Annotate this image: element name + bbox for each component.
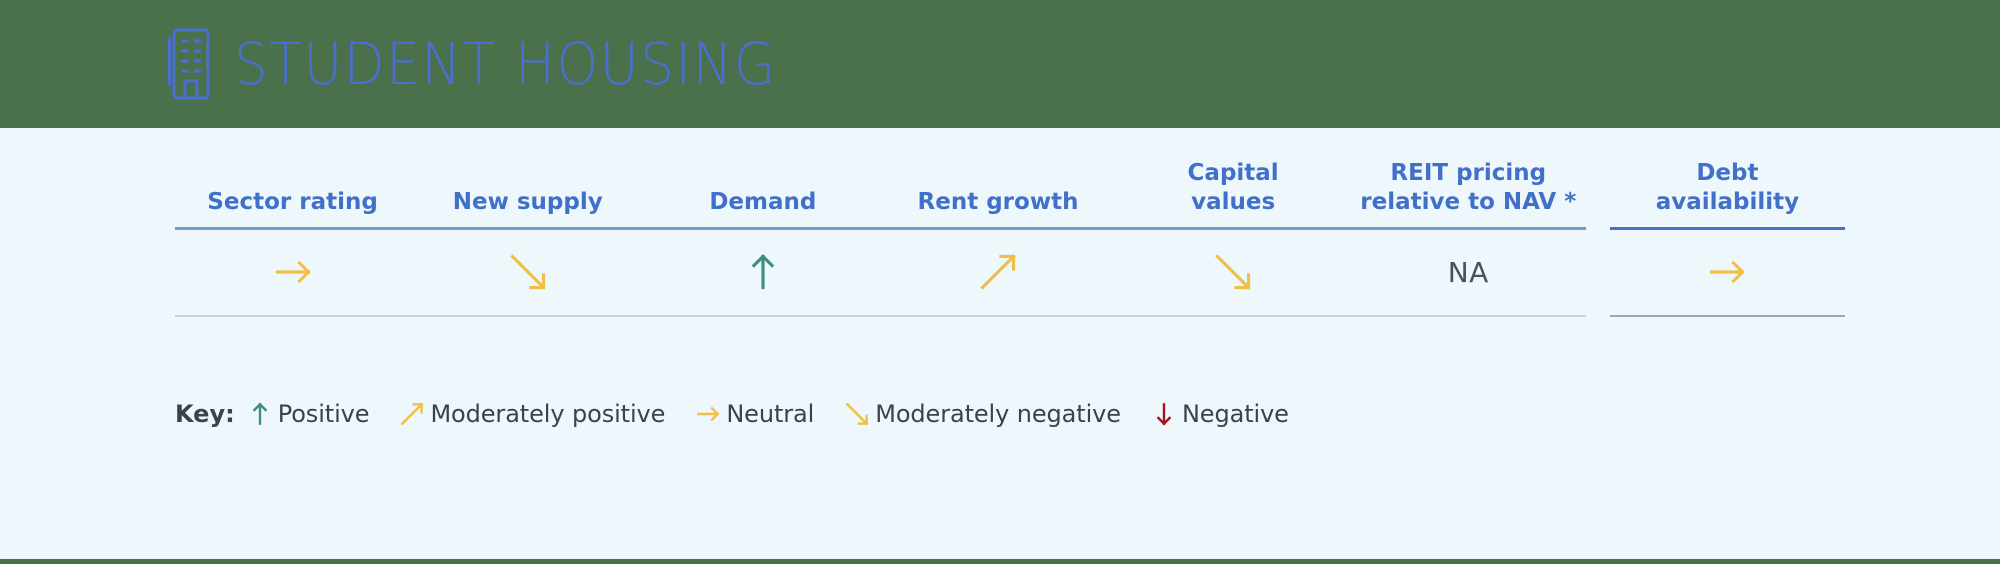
legend-arrow-down-icon xyxy=(1151,401,1177,427)
legend-key: Key: Positive Moderately positive Neutra… xyxy=(175,400,1289,428)
rating-arrow-down-right xyxy=(1116,230,1351,316)
column-header-line: Sector rating xyxy=(207,189,378,216)
cell-value-text: NA xyxy=(1447,255,1489,289)
legend-item-neutral: Neutral xyxy=(695,400,814,428)
cell-debt-availability xyxy=(1609,228,1845,317)
column-header-line: Debt xyxy=(1696,159,1759,186)
column-header-line: Capital xyxy=(1187,159,1279,186)
column-header-line: values xyxy=(1191,189,1276,216)
legend-item-label: Positive xyxy=(277,400,370,428)
cell-demand xyxy=(645,228,881,317)
legend-label: Key: xyxy=(175,400,235,428)
column-header-line: New supply xyxy=(452,189,603,216)
cell-rent-growth xyxy=(880,228,1116,317)
column-header-line: Rent growth xyxy=(917,189,1079,216)
column-header-line: availability xyxy=(1655,189,1800,216)
legend-item-negative: Negative xyxy=(1151,400,1289,428)
sector-metrics-table: Sector rating New supply Demand Rent growth… xyxy=(175,150,1845,317)
legend-item-positive: Positive xyxy=(247,400,370,428)
legend-arrow-up-icon xyxy=(247,401,273,427)
cell-sector-rating xyxy=(175,228,411,317)
legend-item-label: Neutral xyxy=(726,400,815,428)
building-icon xyxy=(168,28,210,100)
column-header-line: relative to NAV * xyxy=(1360,189,1577,216)
legend-item-label: Moderately negative xyxy=(875,400,1121,428)
column-header-line: REIT pricing xyxy=(1390,159,1547,186)
rating-arrow-right xyxy=(175,230,410,316)
cell-new-supply xyxy=(410,228,646,317)
legend-arrow-down-right-icon xyxy=(844,401,870,427)
legend-item-label: Moderately positive xyxy=(430,400,666,428)
rating-arrow-down-right xyxy=(410,230,645,316)
column-gap xyxy=(1586,150,1610,228)
cell-reit-pricing-relative-to-nav: NA xyxy=(1350,228,1586,317)
page-header-band: STUDENT HOUSING xyxy=(0,0,2000,128)
rating-arrow-up-right xyxy=(880,230,1115,316)
student-housing-sector-card: STUDENT HOUSING Sector rating New supply D… xyxy=(0,0,2000,564)
rating-arrow-up xyxy=(645,230,880,316)
rating-arrow-right xyxy=(1610,230,1845,316)
column-header-debt-availability: Debt availability xyxy=(1609,150,1845,230)
legend-item-moderately-negative: Moderately negative xyxy=(844,400,1121,428)
table-row: NA xyxy=(175,228,1845,317)
column-header-sector-rating: Sector rating xyxy=(175,150,411,230)
legend-item-moderately-positive: Moderately positive xyxy=(399,400,665,428)
column-header-reit-pricing-relative-to-nav: REIT pricing relative to NAV * xyxy=(1350,150,1586,230)
column-header-demand: Demand xyxy=(645,150,881,230)
column-header-line: Demand xyxy=(709,189,817,216)
column-header-rent-growth: Rent growth xyxy=(880,150,1116,230)
column-gap xyxy=(1586,228,1610,316)
column-header-new-supply: New supply xyxy=(410,150,646,230)
legend-arrow-up-right-icon xyxy=(399,401,425,427)
legend-arrow-right-icon xyxy=(695,401,721,427)
legend-item-label: Negative xyxy=(1181,400,1289,428)
cell-capital-values xyxy=(1115,228,1351,317)
page-title: STUDENT HOUSING xyxy=(234,30,777,98)
column-header-capital-values: Capital values xyxy=(1115,150,1351,230)
table-header-row: Sector rating New supply Demand Rent growth… xyxy=(175,150,1845,230)
sector-metrics-table-wrapper: Sector rating New supply Demand Rent growth… xyxy=(175,150,1845,317)
